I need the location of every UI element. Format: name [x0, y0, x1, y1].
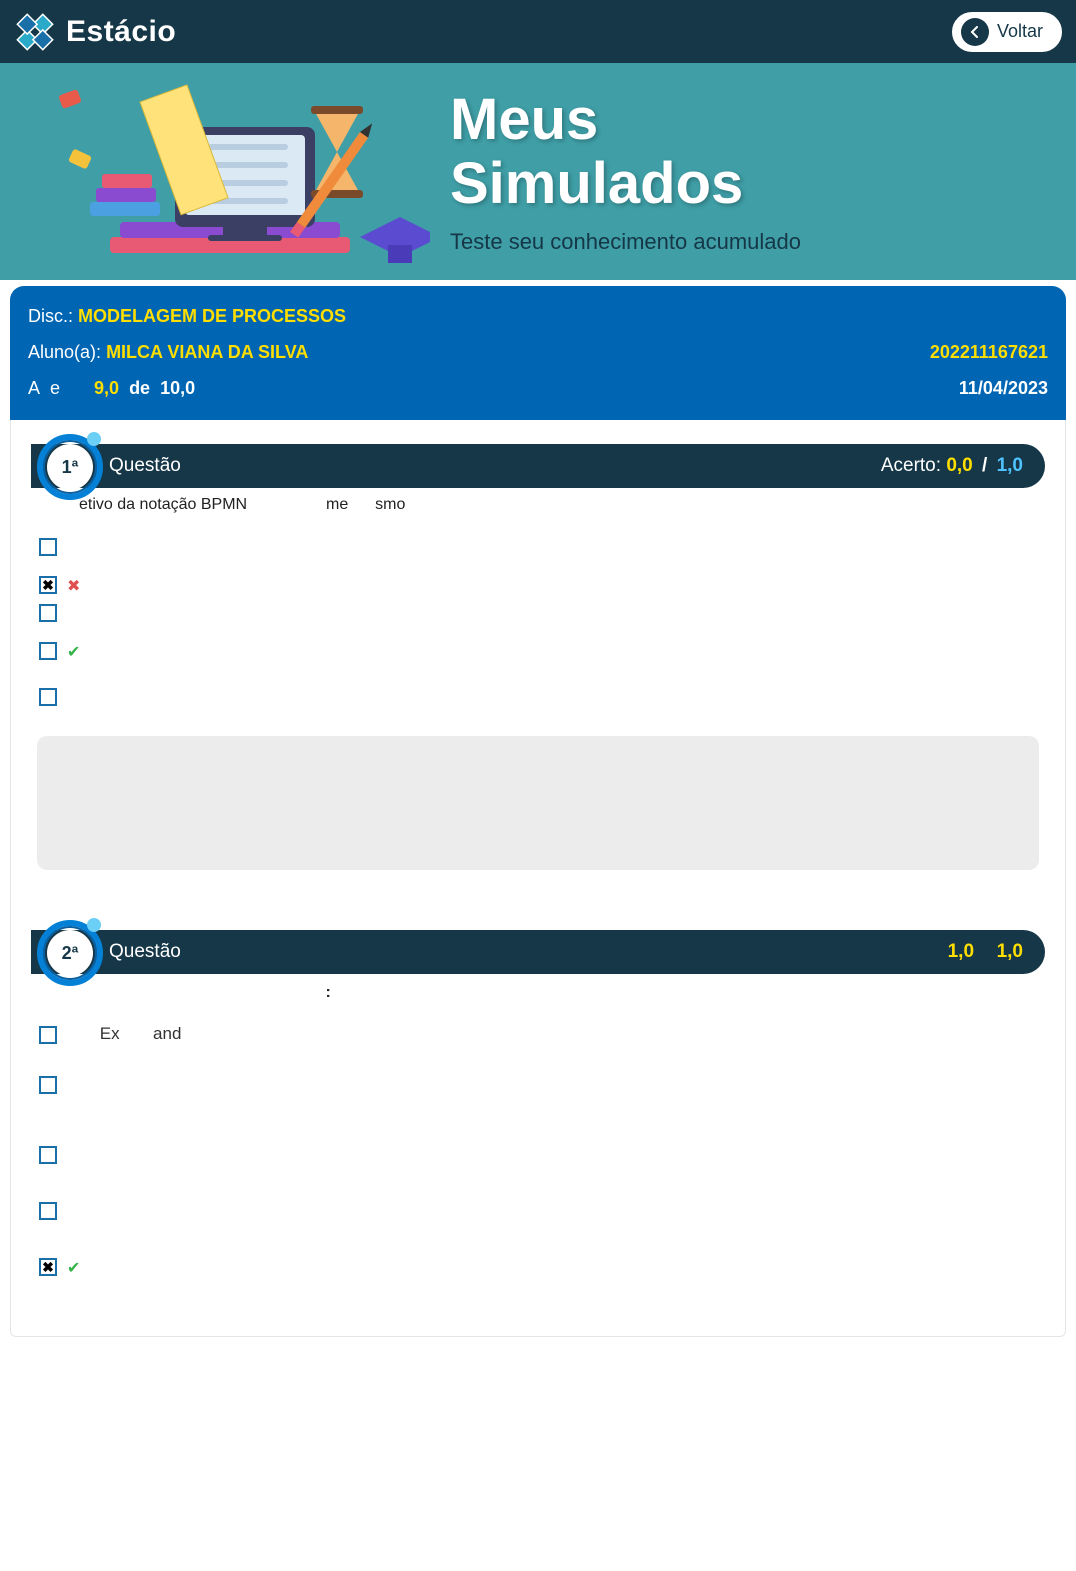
- score-total: 10,0: [160, 370, 195, 406]
- question-prompt: etivo da notação BPMN me smo: [79, 496, 1055, 514]
- question-number-badge: 1ª: [37, 434, 103, 500]
- checkbox-icon: [39, 604, 57, 622]
- back-button[interactable]: Voltar: [952, 12, 1062, 52]
- q1-option-4[interactable]: ✔: [39, 640, 1055, 662]
- q1-option-1[interactable]: [39, 536, 1055, 556]
- hero-text: Meus Simulados Teste seu conhecimento ac…: [450, 88, 801, 256]
- hero-title-line1: Meus: [450, 87, 598, 152]
- checkbox-icon: [39, 688, 57, 706]
- acerto-label: Acerto:: [881, 455, 941, 476]
- checkbox-icon: [39, 1146, 57, 1164]
- q1-option-5[interactable]: [39, 686, 1055, 706]
- q2-option-5[interactable]: ✔: [39, 1256, 1055, 1278]
- chevron-left-icon: [961, 18, 989, 46]
- date: 11/04/2023: [959, 370, 1048, 406]
- q1-option-3[interactable]: [39, 602, 1055, 622]
- q2-option-4[interactable]: [39, 1200, 1055, 1220]
- acerto-got: 0,0: [946, 455, 972, 476]
- matricula: 202211167621: [930, 334, 1048, 370]
- q2-option-2[interactable]: [39, 1074, 1055, 1094]
- question-header-label: Questão: [109, 941, 181, 963]
- score-got: 9,0: [94, 370, 119, 406]
- checkbox-checked-icon: [39, 1258, 57, 1276]
- question-1: 1ª Questão Acerto: 0,0 / 1,0 etivo da no…: [21, 444, 1055, 870]
- correct-icon: ✔: [67, 1258, 80, 1278]
- checkbox-icon: [39, 538, 57, 556]
- acerto-total: 1,0: [997, 455, 1023, 476]
- question-header: Questão 1,0 1,0: [31, 930, 1045, 974]
- question-number-badge: 2ª: [37, 920, 103, 986]
- acerto-total: 1,0: [997, 941, 1023, 962]
- hero-subtitle: Teste seu conhecimento acumulado: [450, 229, 801, 255]
- checkbox-checked-icon: [39, 576, 57, 594]
- checkbox-icon: [39, 642, 57, 660]
- question-number: 2ª: [47, 930, 93, 976]
- q2-option-3[interactable]: [39, 1144, 1055, 1164]
- question-prompt: :: [61, 984, 1055, 1002]
- aluno-label: Aluno(a):: [28, 342, 101, 362]
- logo-icon: [14, 11, 56, 53]
- hero-illustration: [30, 72, 430, 272]
- aluno-value: MILCA VIANA DA SILVA: [106, 342, 308, 362]
- disc-label: Disc.:: [28, 306, 73, 326]
- hero-banner: Meus Simulados Teste seu conhecimento ac…: [0, 63, 1076, 280]
- back-button-label: Voltar: [997, 21, 1043, 42]
- feedback-box: [37, 736, 1039, 870]
- acertos-a: A: [28, 370, 40, 406]
- score-mid: de: [129, 370, 150, 406]
- q2-options: Ex and ✔: [39, 1024, 1055, 1278]
- acertos-e: e: [50, 370, 60, 406]
- disc-value: MODELAGEM DE PROCESSOS: [78, 306, 346, 326]
- q2-option-1[interactable]: Ex and: [39, 1024, 1055, 1044]
- correct-icon: ✔: [67, 642, 80, 662]
- question-number: 1ª: [47, 444, 93, 490]
- questions-container: 1ª Questão Acerto: 0,0 / 1,0 etivo da no…: [10, 420, 1066, 1337]
- wrong-icon: ✖: [67, 576, 80, 596]
- q1-option-2[interactable]: ✖: [39, 574, 1055, 596]
- student-info-panel: Disc.: MODELAGEM DE PROCESSOS Aluno(a): …: [10, 286, 1066, 420]
- checkbox-icon: [39, 1026, 57, 1044]
- question-header: Questão Acerto: 0,0 / 1,0: [31, 444, 1045, 488]
- checkbox-icon: [39, 1076, 57, 1094]
- q1-options: ✖ ✔: [39, 536, 1055, 706]
- question-header-label: Questão: [109, 455, 181, 477]
- acerto-got: 1,0: [948, 941, 974, 962]
- brand-logo: Estácio: [14, 11, 176, 53]
- hero-title-line2: Simulados: [450, 151, 743, 216]
- checkbox-icon: [39, 1202, 57, 1220]
- brand-text: Estácio: [66, 15, 176, 49]
- question-2: 2ª Questão 1,0 1,0 : Ex: [21, 930, 1055, 1278]
- top-bar: Estácio Voltar: [0, 0, 1076, 63]
